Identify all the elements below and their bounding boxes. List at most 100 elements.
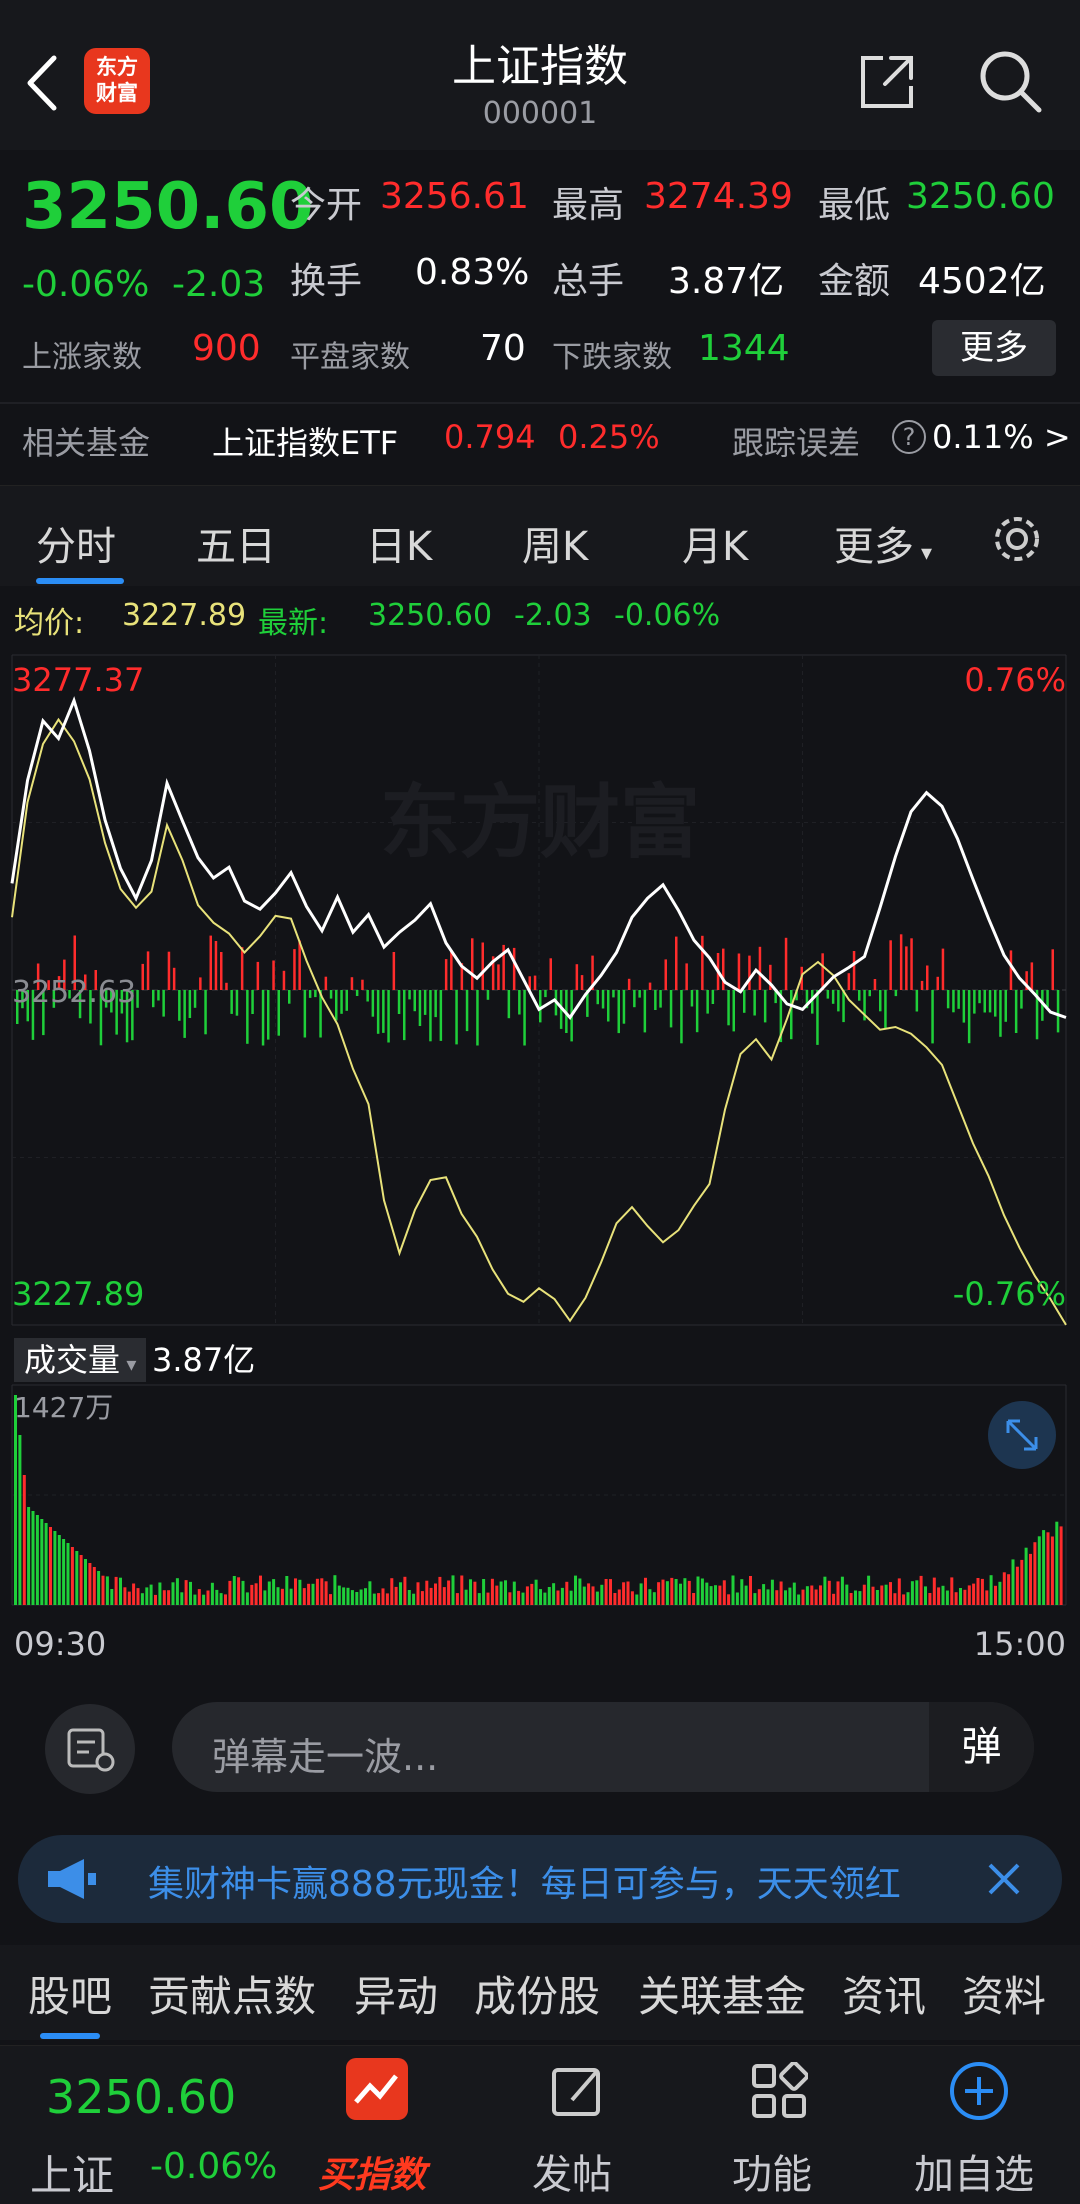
change-bar <box>225 982 228 990</box>
volume-bar <box>574 1575 577 1605</box>
change-bar <box>638 990 641 998</box>
buy-index-label[interactable]: 买指数 <box>318 2146 426 2198</box>
change-bar <box>790 990 793 1040</box>
tracking-error-value[interactable]: 0.11% > <box>932 418 1071 456</box>
function-label[interactable]: 功能 <box>732 2142 812 2200</box>
volume-bar <box>342 1587 346 1605</box>
change-bar <box>539 990 542 1023</box>
danmaku-input[interactable]: 弹幕走一波... 弹 <box>172 1702 1034 1792</box>
tab-movement[interactable]: 异动 <box>354 1963 438 2024</box>
volume-bar <box>512 1581 516 1605</box>
volume-bar <box>534 1579 538 1605</box>
tab-profile[interactable]: 资料 <box>962 1963 1046 2024</box>
volume-bar <box>530 1583 534 1605</box>
volume-bar <box>1042 1530 1046 1605</box>
volume-bar <box>31 1511 35 1605</box>
volume-bar <box>639 1583 643 1605</box>
volume-bar <box>714 1585 717 1605</box>
promo-banner[interactable]: 集财神卡赢888元现金！每日可参与，天天领红 <box>18 1835 1062 1923</box>
volume-selector[interactable]: 成交量 ▾ <box>14 1338 146 1382</box>
change-bar <box>1056 990 1060 1033</box>
tab-related-funds[interactable]: 关联基金 <box>638 1963 806 2024</box>
change-bar <box>408 990 411 1000</box>
up-count-label: 上涨家数 <box>22 340 142 375</box>
volume-bar <box>53 1531 57 1605</box>
post-label[interactable]: 发帖 <box>532 2142 612 2200</box>
add-watchlist-icon[interactable] <box>948 2060 1010 2122</box>
help-icon[interactable]: ? <box>892 420 926 454</box>
volume-bar <box>582 1586 586 1605</box>
change-bar <box>1030 962 1034 990</box>
fund-name[interactable]: 上证指数ETF <box>212 418 398 464</box>
add-watchlist-label[interactable]: 加自选 <box>914 2142 1034 2200</box>
tab-contribution[interactable]: 贡献点数 <box>148 1963 316 2024</box>
intraday-chart[interactable]: 东方财富 3277.37 0.76% 3252.63 3227.89 -0.76… <box>0 645 1080 1675</box>
divider <box>0 402 1080 404</box>
quote-panel: 3250.60 -0.06% -2.03 今开 3256.61 最高 3274.… <box>0 150 1080 480</box>
change-bar <box>910 938 913 990</box>
tab-month-k[interactable]: 月K <box>682 514 748 572</box>
change-bar <box>994 990 997 1017</box>
volume-bar <box>206 1590 210 1605</box>
high-label: 最高 <box>552 185 625 226</box>
settings-gear-icon[interactable] <box>990 512 1044 566</box>
change-bar <box>340 990 343 1014</box>
time-start-label: 09:30 <box>14 1625 106 1663</box>
tab-intraday[interactable]: 分时 <box>36 514 116 572</box>
volume-bar <box>709 1586 713 1605</box>
chart-tabs: 分时 五日 日K 周K 月K 更多 ▾ <box>0 485 1080 586</box>
volume-bar <box>1037 1536 1041 1605</box>
tab-week-k[interactable]: 周K <box>522 514 588 572</box>
tab-more[interactable]: 更多 ▾ <box>834 514 932 572</box>
danmaku-bar: 弹幕走一波... 弹 <box>0 1680 1080 1810</box>
post-edit-icon[interactable] <box>550 2062 608 2120</box>
change-bar <box>967 990 971 1044</box>
volume-bar <box>967 1585 971 1605</box>
change-bar <box>178 990 181 1021</box>
change-bar <box>335 990 338 1021</box>
function-grid-icon[interactable] <box>750 2062 808 2120</box>
tab-forum[interactable]: 股吧 <box>28 1963 112 2024</box>
change-bar <box>664 959 667 990</box>
volume-bar <box>845 1584 849 1605</box>
change-bar <box>376 990 380 1034</box>
change-bar <box>429 990 432 1042</box>
close-icon[interactable] <box>984 1859 1024 1899</box>
volume-bar <box>504 1580 507 1605</box>
volume-bar <box>683 1578 687 1605</box>
tab-day-k[interactable]: 日K <box>366 514 432 572</box>
change-bar <box>732 990 735 1032</box>
tab-constituents[interactable]: 成份股 <box>474 1963 600 2024</box>
volume-bar <box>508 1592 512 1605</box>
volume-bar <box>495 1585 499 1605</box>
volume-bar <box>1007 1574 1011 1605</box>
axis-bottom-pct: -0.76% <box>953 1275 1066 1313</box>
change-bar <box>303 990 307 1038</box>
volume-bar <box>499 1581 503 1605</box>
volume-bar <box>127 1591 131 1605</box>
buy-index-icon[interactable] <box>346 2058 408 2120</box>
change-bar <box>654 990 657 1010</box>
axis-top-pct: 0.76% <box>964 661 1066 699</box>
tab-news[interactable]: 资讯 <box>842 1963 926 2024</box>
change-bar <box>899 934 903 990</box>
volume-bar <box>945 1590 949 1605</box>
more-button[interactable]: 更多 <box>932 320 1056 376</box>
danmaku-settings-icon[interactable] <box>45 1704 135 1794</box>
tab-five-day[interactable]: 五日 <box>196 514 276 572</box>
change-bar <box>324 976 328 990</box>
change-bar <box>361 979 364 990</box>
share-icon[interactable] <box>855 50 919 114</box>
low-value: 3250.60 <box>906 176 1055 217</box>
latest-change: -2.03 <box>514 598 592 633</box>
volume-bar <box>412 1593 416 1605</box>
volume-bar <box>175 1578 179 1605</box>
danmaku-toggle-button[interactable]: 弹 <box>929 1702 1034 1792</box>
change-bar <box>601 990 605 1009</box>
change-bar <box>288 990 291 1004</box>
change-bar <box>847 973 851 990</box>
search-icon[interactable] <box>975 46 1045 116</box>
volume-bar <box>79 1555 83 1605</box>
bottom-pct: -0.06% <box>150 2146 278 2187</box>
volume-bar <box>744 1585 748 1605</box>
